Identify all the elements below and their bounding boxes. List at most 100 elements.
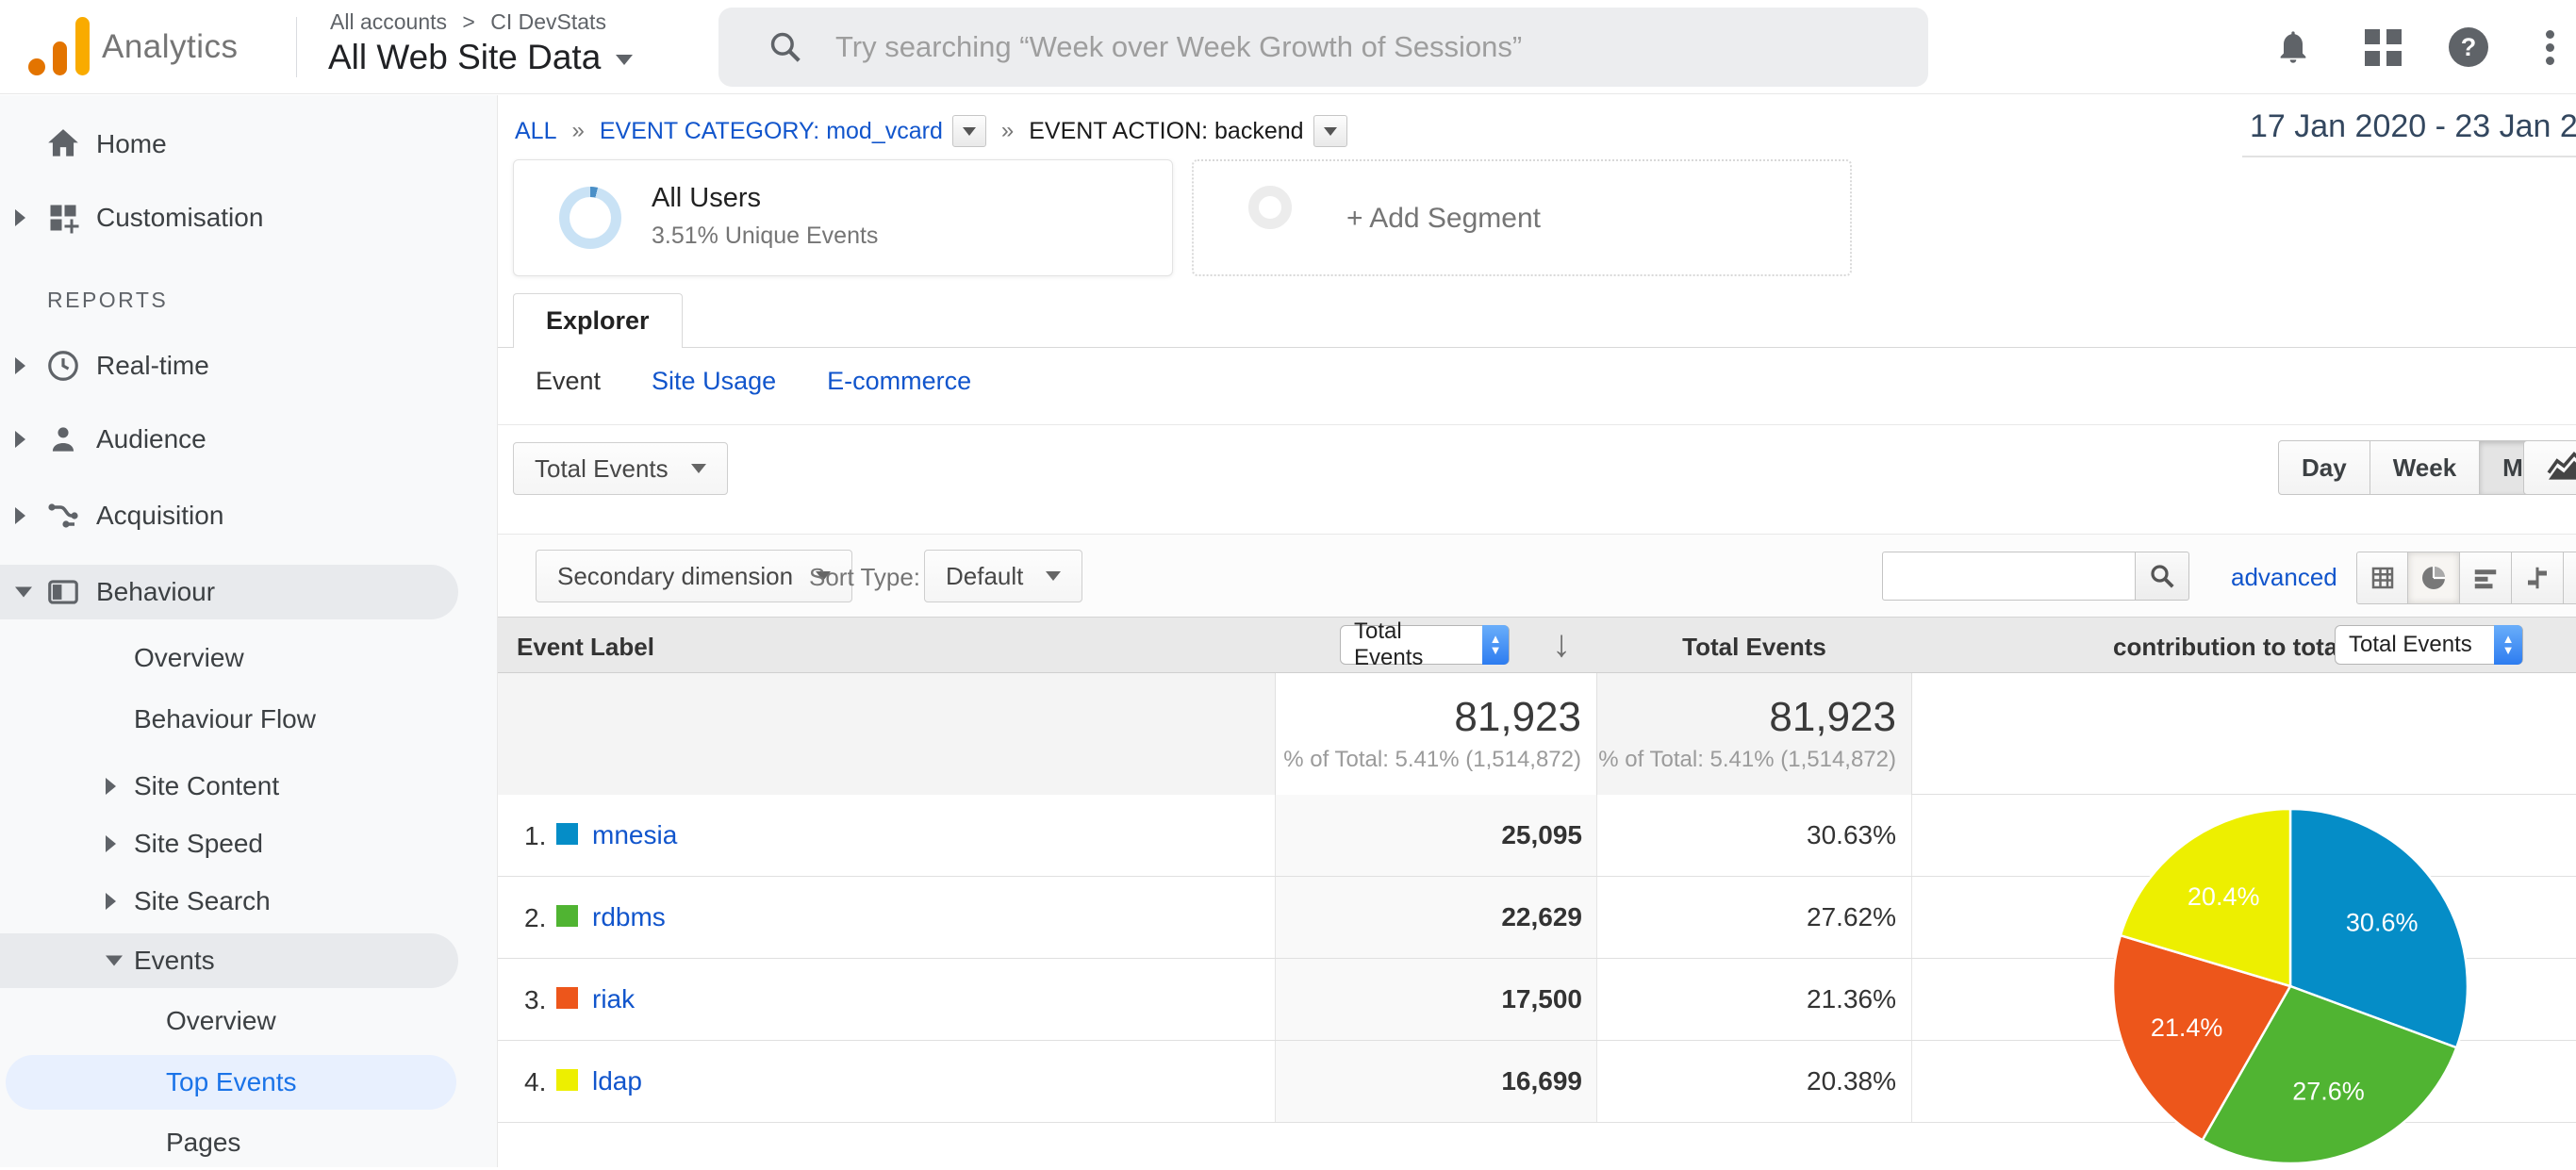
account-breadcrumb[interactable]: All accounts > CI DevStats xyxy=(330,9,606,35)
row-rank: 2. xyxy=(524,903,546,933)
sidebar-item-acquisition[interactable]: Acquisition xyxy=(0,488,497,543)
subtab-event[interactable]: Event xyxy=(536,367,601,396)
segment-donut-icon xyxy=(559,187,621,249)
granularity-day[interactable]: Day xyxy=(2279,441,2370,494)
customisation-icon xyxy=(43,198,83,238)
brand-title: Analytics xyxy=(102,28,239,66)
sidebar-item-audience[interactable]: Audience xyxy=(0,412,497,467)
sidebar-item-site-content[interactable]: Site Content xyxy=(0,759,497,814)
help-button[interactable]: ? xyxy=(2446,25,2491,70)
date-range-picker[interactable]: 17 Jan 2020 - 23 Jan 2020 xyxy=(2250,108,2576,145)
segment-all-users[interactable]: All Users 3.51% Unique Events xyxy=(513,159,1173,276)
tab-explorer[interactable]: Explorer xyxy=(513,293,683,348)
notifications-button[interactable] xyxy=(2271,25,2316,70)
legend-color-swatch xyxy=(556,1069,578,1091)
row-rank: 3. xyxy=(524,985,546,1015)
totals-contribution-cell: 81,923 % of Total: 5.41% (1,514,872) xyxy=(1596,673,1912,795)
area-chart-icon xyxy=(2545,451,2576,485)
pie-slice-label: 30.6% xyxy=(2346,908,2419,936)
header-metric-select[interactable]: Total Events ▲▼ xyxy=(1340,625,1510,665)
apps-grid-button[interactable] xyxy=(2360,25,2405,70)
row-total-events: 17,500 xyxy=(1275,984,1582,1014)
subtab-ecommerce[interactable]: E-commerce xyxy=(827,367,971,396)
row-total-events: 22,629 xyxy=(1275,902,1582,932)
account-name: CI DevStats xyxy=(490,9,606,34)
topbar-divider xyxy=(296,17,297,77)
global-search-input[interactable] xyxy=(835,30,1900,64)
events-pie-chart: 30.6%27.6%21.4%20.4% xyxy=(2098,794,2483,1167)
view-pivot-button[interactable] xyxy=(2564,552,2576,604)
table-search xyxy=(1882,552,2189,601)
chevron-down-icon xyxy=(1046,571,1061,581)
sidebar-item-site-search[interactable]: Site Search xyxy=(0,874,497,929)
report-content: ALL » EVENT CATEGORY: mod_vcard » EVENT … xyxy=(497,95,2576,1167)
view-pie-button[interactable] xyxy=(2408,552,2460,604)
row-rank: 4. xyxy=(524,1067,546,1097)
breadcrumb-all-link[interactable]: ALL xyxy=(515,118,556,145)
legend-color-swatch xyxy=(556,987,578,1009)
sidebar-nav: Home Customisation REPORTS Real-time Aud… xyxy=(0,95,497,1167)
sidebar-item-events[interactable]: Events xyxy=(0,933,458,988)
home-icon xyxy=(43,124,83,164)
table-search-input[interactable] xyxy=(1882,552,2135,601)
view-performance-button[interactable] xyxy=(2460,552,2512,604)
sidebar-item-site-speed[interactable]: Site Speed xyxy=(0,816,497,871)
table-toolbar: Secondary dimension Sort Type: Default a… xyxy=(498,534,2576,617)
sidebar-item-top-events[interactable]: Top Events xyxy=(6,1055,456,1110)
analytics-logo-icon xyxy=(26,13,92,79)
totals-value-cell: 81,923 % of Total: 5.41% (1,514,872) xyxy=(1275,673,1596,795)
person-icon xyxy=(43,420,83,459)
table-search-button[interactable] xyxy=(2135,552,2189,601)
segment-subtitle: 3.51% Unique Events xyxy=(652,222,878,250)
sidebar-item-realtime[interactable]: Real-time xyxy=(0,338,497,393)
sidebar-item-behaviour-overview[interactable]: Overview xyxy=(0,631,497,685)
contribution-select[interactable]: Total Events ▲▼ xyxy=(2335,625,2523,665)
global-search[interactable] xyxy=(718,8,1928,87)
advanced-filter-link[interactable]: advanced xyxy=(2231,563,2337,592)
event-label-link[interactable]: mnesia xyxy=(592,820,677,850)
property-selector[interactable]: All Web Site Data xyxy=(328,38,633,77)
sort-type-button[interactable]: Default xyxy=(924,550,1082,602)
subtab-site-usage[interactable]: Site Usage xyxy=(652,367,776,396)
event-label-link[interactable]: riak xyxy=(592,984,635,1014)
category-dropdown-button[interactable] xyxy=(952,115,986,147)
event-label-link[interactable]: ldap xyxy=(592,1066,642,1096)
add-segment-button[interactable]: + Add Segment xyxy=(1192,159,1852,276)
action-dropdown-button[interactable] xyxy=(1313,115,1347,147)
table-totals-row: 81,923 % of Total: 5.41% (1,514,872) 81,… xyxy=(498,673,2576,795)
row-total-events: 16,699 xyxy=(1275,1066,1582,1096)
totals-label-cell xyxy=(498,673,1275,795)
secondary-dimension-button[interactable]: Secondary dimension xyxy=(536,550,852,602)
view-comparison-button[interactable] xyxy=(2512,552,2564,604)
collapse-arrow-icon xyxy=(106,956,123,966)
view-table-button[interactable] xyxy=(2356,552,2408,604)
sidebar-item-customisation[interactable]: Customisation xyxy=(0,190,497,245)
sidebar-item-behaviour-flow[interactable]: Behaviour Flow xyxy=(0,692,497,747)
breadcrumb-category-link[interactable]: EVENT CATEGORY: mod_vcard xyxy=(600,118,943,145)
sidebar-item-events-overview[interactable]: Overview xyxy=(0,994,497,1048)
metric-selector-button[interactable]: Total Events xyxy=(513,442,728,495)
legend-color-swatch xyxy=(556,905,578,927)
search-icon xyxy=(2148,562,2176,590)
column-event-label[interactable]: Event Label xyxy=(517,633,654,662)
chart-type-button[interactable] xyxy=(2523,440,2576,495)
sidebar-item-pages[interactable]: Pages xyxy=(0,1115,497,1170)
table-header: Event Label Total Events ▲▼ ↓ Total Even… xyxy=(498,617,2576,673)
sidebar-item-behaviour[interactable]: Behaviour xyxy=(0,565,458,619)
sidebar-item-home[interactable]: Home xyxy=(0,117,497,172)
comparison-view-icon xyxy=(2523,564,2551,592)
more-menu-button[interactable] xyxy=(2527,25,2572,70)
sort-direction-icon[interactable]: ↓ xyxy=(1552,623,1571,666)
breadcrumb-separator: » xyxy=(1001,118,1014,144)
row-total-events: 25,095 xyxy=(1275,820,1582,850)
totals-value: 81,923 xyxy=(1276,694,1581,741)
legend-color-swatch xyxy=(556,823,578,845)
date-range-underline xyxy=(2242,156,2576,157)
help-icon: ? xyxy=(2449,27,2488,67)
column-total-events[interactable]: Total Events xyxy=(1596,633,1912,662)
granularity-week[interactable]: Week xyxy=(2370,441,2480,494)
expand-arrow-icon xyxy=(15,357,25,374)
vertical-dots-icon xyxy=(2546,25,2554,70)
event-label-link[interactable]: rdbms xyxy=(592,902,666,932)
pie-slice-label: 20.4% xyxy=(2188,882,2260,911)
